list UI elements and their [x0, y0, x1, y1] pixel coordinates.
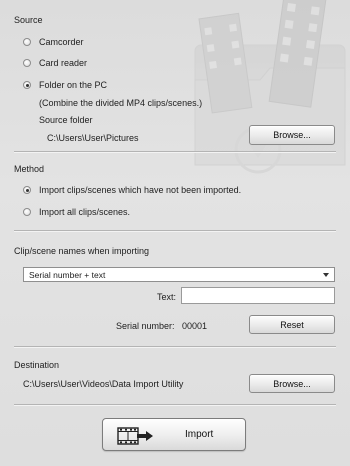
destination-heading: Destination: [14, 360, 60, 370]
text-input[interactable]: [181, 287, 335, 304]
divider: [14, 230, 336, 232]
radio-import-all[interactable]: [23, 208, 31, 216]
divider: [14, 151, 336, 153]
source-folder-path: C:\Users\User\Pictures: [47, 133, 139, 143]
text-label: Text:: [157, 292, 177, 302]
naming-heading: Clip/scene names when importing: [14, 246, 150, 256]
reset-button[interactable]: Reset: [249, 315, 335, 334]
source-folder-label: Source folder: [39, 115, 93, 125]
source-heading: Source: [14, 15, 43, 25]
divider: [14, 404, 336, 406]
radio-camcorder-label[interactable]: Camcorder: [39, 37, 84, 47]
divider: [14, 346, 336, 348]
serial-label: Serial number:: [116, 321, 175, 331]
import-button[interactable]: Import: [102, 418, 246, 451]
radio-card-reader[interactable]: [23, 59, 31, 67]
radio-import-new[interactable]: [23, 186, 31, 194]
serial-value: 00001: [182, 321, 208, 331]
import-button-label: Import: [185, 429, 214, 440]
radio-folder-on-pc[interactable]: [23, 81, 31, 89]
radio-folder-on-pc-label[interactable]: Folder on the PC: [39, 80, 107, 90]
radio-import-new-label[interactable]: Import clips/scenes which have not been …: [39, 185, 241, 195]
destination-path: C:\Users\User\Videos\Data Import Utility: [23, 379, 184, 389]
radio-import-all-label[interactable]: Import all clips/scenes.: [39, 207, 130, 217]
destination-browse-button[interactable]: Browse...: [249, 374, 335, 393]
method-heading: Method: [14, 164, 45, 174]
film-import-icon: [117, 427, 153, 445]
naming-select[interactable]: Serial number + text: [23, 267, 335, 282]
chevron-down-icon[interactable]: [323, 273, 329, 277]
naming-select-value: Serial number + text: [29, 269, 106, 280]
folder-note: (Combine the divided MP4 clips/scenes.): [39, 98, 203, 108]
radio-camcorder[interactable]: [23, 38, 31, 46]
folder-watermark-icon: [194, 0, 346, 174]
radio-card-reader-label[interactable]: Card reader: [39, 58, 87, 68]
source-browse-button[interactable]: Browse...: [249, 125, 335, 145]
